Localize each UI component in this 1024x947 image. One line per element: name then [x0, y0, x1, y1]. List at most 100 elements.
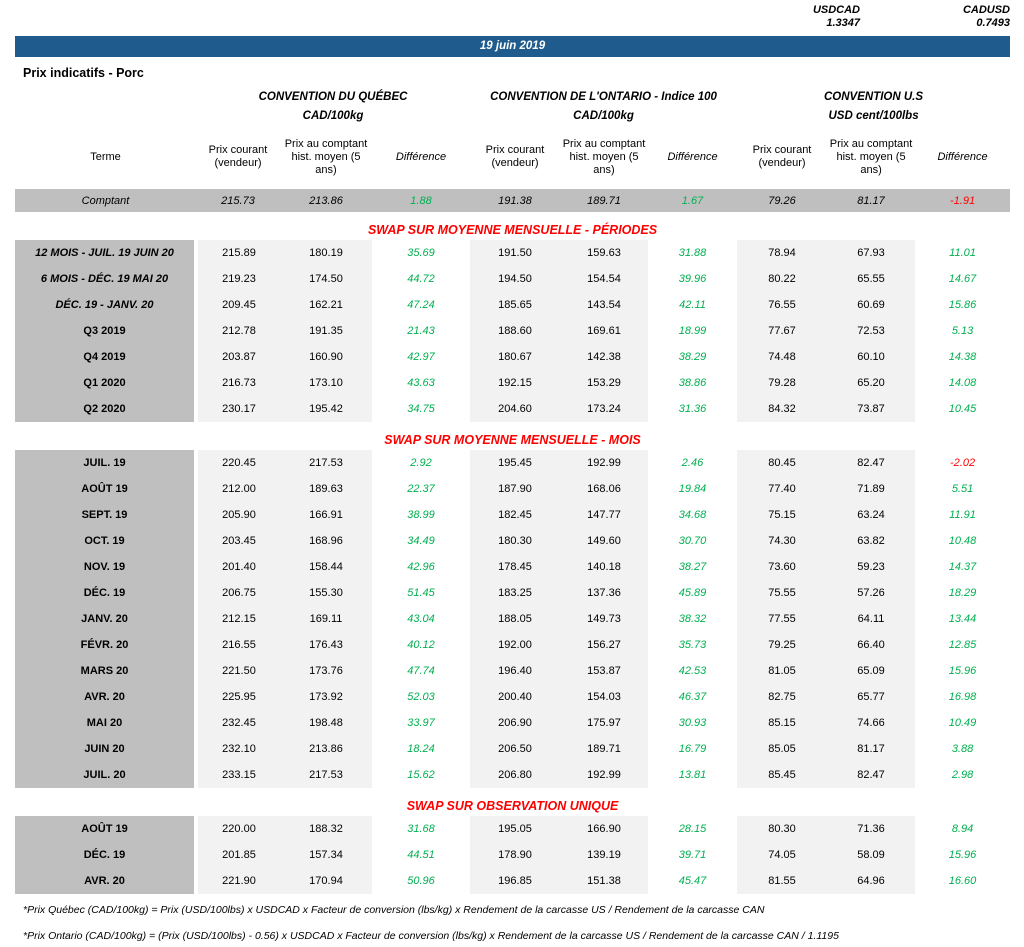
price-value: 60.69 — [827, 292, 915, 318]
price-value: 57.26 — [827, 580, 915, 606]
diff-value: 19.84 — [648, 476, 737, 502]
table-row: Q1 2020216.73173.1043.63192.15153.2938.8… — [15, 370, 1010, 396]
diff-value: 18.99 — [648, 318, 737, 344]
table-row: Comptant215.73213.861.88191.38189.711.67… — [15, 189, 1010, 212]
diff-value: 42.53 — [648, 658, 737, 684]
group-title-quebec: CONVENTION DU QUÉBEC — [196, 87, 470, 106]
diff-value: 16.79 — [648, 736, 737, 762]
price-value: 206.80 — [470, 762, 560, 788]
row-terme: DÉC. 19 - JANV. 20 — [15, 292, 196, 318]
row-terme: AOÛT 19 — [15, 476, 196, 502]
price-value: 188.32 — [280, 816, 372, 842]
price-value: 200.40 — [470, 684, 560, 710]
price-value: 201.40 — [196, 554, 280, 580]
diff-value: 38.99 — [372, 502, 470, 528]
price-value: 169.11 — [280, 606, 372, 632]
price-value: 173.10 — [280, 370, 372, 396]
diff-value: -1.91 — [915, 189, 1010, 212]
prices-table: CONVENTION DU QUÉBEC CONVENTION DE L'ONT… — [15, 87, 1010, 894]
section-header-row: SWAP SUR MOYENNE MENSUELLE - MOIS — [15, 430, 1010, 450]
unit-us: USD cent/100lbs — [737, 106, 1010, 125]
price-value: 154.54 — [560, 266, 648, 292]
price-value: 64.96 — [827, 868, 915, 894]
group-title-us: CONVENTION U.S — [737, 87, 1010, 106]
price-value: 188.05 — [470, 606, 560, 632]
diff-value: 14.08 — [915, 370, 1010, 396]
diff-value: 35.73 — [648, 632, 737, 658]
row-terme: JUIL. 19 — [15, 450, 196, 476]
price-value: 143.54 — [560, 292, 648, 318]
price-value: 157.34 — [280, 842, 372, 868]
diff-value: 10.49 — [915, 710, 1010, 736]
price-value: 215.73 — [196, 189, 280, 212]
price-value: 195.05 — [470, 816, 560, 842]
diff-value: 21.43 — [372, 318, 470, 344]
price-value: 201.85 — [196, 842, 280, 868]
price-value: 74.05 — [737, 842, 827, 868]
price-value: 81.55 — [737, 868, 827, 894]
price-value: 169.61 — [560, 318, 648, 344]
price-value: 183.25 — [470, 580, 560, 606]
price-value: 147.77 — [560, 502, 648, 528]
price-value: 58.09 — [827, 842, 915, 868]
price-value: 194.50 — [470, 266, 560, 292]
row-terme: JUIL. 20 — [15, 762, 196, 788]
price-value: 74.66 — [827, 710, 915, 736]
diff-value: 46.37 — [648, 684, 737, 710]
row-terme: OCT. 19 — [15, 528, 196, 554]
price-value: 187.90 — [470, 476, 560, 502]
diff-value: 38.27 — [648, 554, 737, 580]
blank-cell — [15, 106, 196, 125]
diff-value: 10.45 — [915, 396, 1010, 422]
table-row: AVR. 20225.95173.9252.03200.40154.0346.3… — [15, 684, 1010, 710]
diff-value: 35.69 — [372, 240, 470, 266]
price-value: 80.22 — [737, 266, 827, 292]
row-terme: 6 MOIS - DÉC. 19 MAI 20 — [15, 266, 196, 292]
diff-value: 30.70 — [648, 528, 737, 554]
row-terme: Q3 2019 — [15, 318, 196, 344]
table-row: 12 MOIS - JUIL. 19 JUIN 20215.89180.1935… — [15, 240, 1010, 266]
price-value: 81.05 — [737, 658, 827, 684]
price-value: 73.60 — [737, 554, 827, 580]
diff-value: 42.11 — [648, 292, 737, 318]
price-value: 80.30 — [737, 816, 827, 842]
price-value: 154.03 — [560, 684, 648, 710]
footnote-ontario: *Prix Ontario (CAD/100kg) = (Prix (USD/1… — [23, 930, 1010, 943]
diff-value: 40.12 — [372, 632, 470, 658]
units-row: CAD/100kg CAD/100kg USD cent/100lbs — [15, 106, 1010, 125]
price-value: 79.25 — [737, 632, 827, 658]
price-value: 232.10 — [196, 736, 280, 762]
price-value: 173.24 — [560, 396, 648, 422]
diff-value: 16.98 — [915, 684, 1010, 710]
row-terme: MARS 20 — [15, 658, 196, 684]
diff-value: 45.89 — [648, 580, 737, 606]
row-terme: SEPT. 19 — [15, 502, 196, 528]
page-title: Prix indicatifs - Porc — [23, 66, 1010, 80]
spacer-cell — [15, 788, 1010, 796]
price-value: 192.99 — [560, 450, 648, 476]
diff-value: 44.51 — [372, 842, 470, 868]
diff-value: 34.75 — [372, 396, 470, 422]
table-row: JUIN 20232.10213.8618.24206.50189.7116.7… — [15, 736, 1010, 762]
price-value: 65.09 — [827, 658, 915, 684]
price-value: 79.26 — [737, 189, 827, 212]
price-value: 149.60 — [560, 528, 648, 554]
price-value: 162.21 — [280, 292, 372, 318]
price-value: 74.30 — [737, 528, 827, 554]
diff-value: 18.29 — [915, 580, 1010, 606]
diff-value: 2.98 — [915, 762, 1010, 788]
price-value: 71.36 — [827, 816, 915, 842]
spacer-row — [15, 422, 1010, 430]
diff-value: 2.46 — [648, 450, 737, 476]
price-value: 178.45 — [470, 554, 560, 580]
convention-titles-row: CONVENTION DU QUÉBEC CONVENTION DE L'ONT… — [15, 87, 1010, 106]
diff-value: 1.88 — [372, 189, 470, 212]
cadusd-rate: CADUSD 0.7493 — [948, 4, 1010, 30]
table-row: Q2 2020230.17195.4234.75204.60173.2431.3… — [15, 396, 1010, 422]
diff-value: 14.38 — [915, 344, 1010, 370]
section-header-row: SWAP SUR OBSERVATION UNIQUE — [15, 796, 1010, 816]
column-headers-row: Terme Prix courant (vendeur) Prix au com… — [15, 125, 1010, 189]
price-value: 189.71 — [560, 736, 648, 762]
price-value: 230.17 — [196, 396, 280, 422]
table-row: DÉC. 19201.85157.3444.51178.90139.1939.7… — [15, 842, 1010, 868]
